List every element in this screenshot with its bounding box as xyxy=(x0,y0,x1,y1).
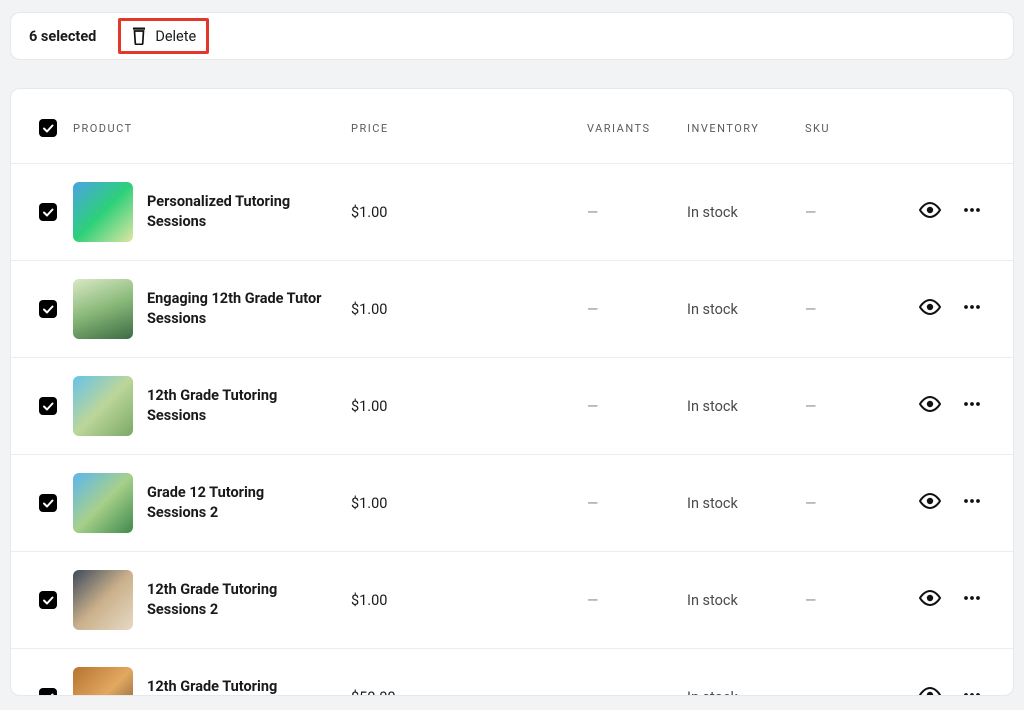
product-name[interactable]: Engaging 12th Grade Tutor Sessions xyxy=(147,289,327,328)
sku-cell: — xyxy=(805,261,913,358)
view-icon[interactable] xyxy=(919,490,941,516)
product-thumbnail[interactable] xyxy=(73,570,133,630)
variants-cell: — xyxy=(587,455,687,552)
inventory-cell: In stock xyxy=(687,164,805,261)
more-actions-icon[interactable] xyxy=(963,589,981,611)
product-name[interactable]: 12th Grade Tutoring Sessions 3 xyxy=(147,677,327,696)
delete-label: Delete xyxy=(155,28,196,45)
price-cell: $1.00 xyxy=(351,261,587,358)
price-cell: $1.00 xyxy=(351,552,587,649)
col-price: PRICE xyxy=(351,89,587,164)
col-sku: SKU xyxy=(805,89,913,164)
sku-cell: — xyxy=(805,164,913,261)
selected-count: 6 selected xyxy=(29,28,96,45)
variants-cell: — xyxy=(587,358,687,455)
table-row: 12th Grade Tutoring Sessions $1.00 — In … xyxy=(11,358,1013,455)
col-inventory: INVENTORY xyxy=(687,89,805,164)
product-name[interactable]: 12th Grade Tutoring Sessions xyxy=(147,386,327,425)
sku-cell: — xyxy=(805,649,913,697)
inventory-cell: In stock xyxy=(687,649,805,697)
table-row: Engaging 12th Grade Tutor Sessions $1.00… xyxy=(11,261,1013,358)
more-actions-icon[interactable] xyxy=(963,686,981,696)
more-actions-icon[interactable] xyxy=(963,298,981,320)
selection-toolbar: 6 selected Delete xyxy=(10,12,1014,60)
row-checkbox[interactable] xyxy=(39,300,57,318)
more-actions-icon[interactable] xyxy=(963,201,981,223)
sku-cell: — xyxy=(805,358,913,455)
inventory-cell: In stock xyxy=(687,261,805,358)
price-cell: $1.00 xyxy=(351,164,587,261)
view-icon[interactable] xyxy=(919,587,941,613)
product-thumbnail[interactable] xyxy=(73,279,133,339)
product-name[interactable]: Personalized Tutoring Sessions xyxy=(147,192,327,231)
row-checkbox[interactable] xyxy=(39,494,57,512)
products-table: PRODUCT PRICE VARIANTS INVENTORY SKU Per… xyxy=(11,89,1013,696)
col-variants: VARIANTS xyxy=(587,89,687,164)
view-icon[interactable] xyxy=(919,684,941,696)
inventory-cell: In stock xyxy=(687,358,805,455)
variants-cell: — xyxy=(587,261,687,358)
product-name[interactable]: Grade 12 Tutoring Sessions 2 xyxy=(147,483,327,522)
product-thumbnail[interactable] xyxy=(73,182,133,242)
select-all-checkbox[interactable] xyxy=(39,119,57,137)
table-row: Personalized Tutoring Sessions $1.00 — I… xyxy=(11,164,1013,261)
price-cell: $1.00 xyxy=(351,455,587,552)
more-actions-icon[interactable] xyxy=(963,492,981,514)
row-checkbox[interactable] xyxy=(39,688,57,697)
view-icon[interactable] xyxy=(919,296,941,322)
inventory-cell: In stock xyxy=(687,552,805,649)
col-product: PRODUCT xyxy=(73,89,351,164)
more-actions-icon[interactable] xyxy=(963,395,981,417)
table-row: 12th Grade Tutoring Sessions 3 $50.00 — … xyxy=(11,649,1013,697)
view-icon[interactable] xyxy=(919,199,941,225)
product-thumbnail[interactable] xyxy=(73,667,133,696)
view-icon[interactable] xyxy=(919,393,941,419)
variants-cell: — xyxy=(587,552,687,649)
table-header-row: PRODUCT PRICE VARIANTS INVENTORY SKU xyxy=(11,89,1013,164)
sku-cell: — xyxy=(805,552,913,649)
sku-cell: — xyxy=(805,455,913,552)
row-checkbox[interactable] xyxy=(39,397,57,415)
trash-icon xyxy=(131,27,147,45)
product-thumbnail[interactable] xyxy=(73,376,133,436)
price-cell: $50.00 xyxy=(351,649,587,697)
products-table-card: PRODUCT PRICE VARIANTS INVENTORY SKU Per… xyxy=(10,88,1014,696)
inventory-cell: In stock xyxy=(687,455,805,552)
table-row: 12th Grade Tutoring Sessions 2 $1.00 — I… xyxy=(11,552,1013,649)
price-cell: $1.00 xyxy=(351,358,587,455)
variants-cell: — xyxy=(587,164,687,261)
product-thumbnail[interactable] xyxy=(73,473,133,533)
row-checkbox[interactable] xyxy=(39,203,57,221)
delete-button[interactable]: Delete xyxy=(118,18,209,54)
variants-cell: — xyxy=(587,649,687,697)
row-checkbox[interactable] xyxy=(39,591,57,609)
table-row: Grade 12 Tutoring Sessions 2 $1.00 — In … xyxy=(11,455,1013,552)
product-name[interactable]: 12th Grade Tutoring Sessions 2 xyxy=(147,580,327,619)
